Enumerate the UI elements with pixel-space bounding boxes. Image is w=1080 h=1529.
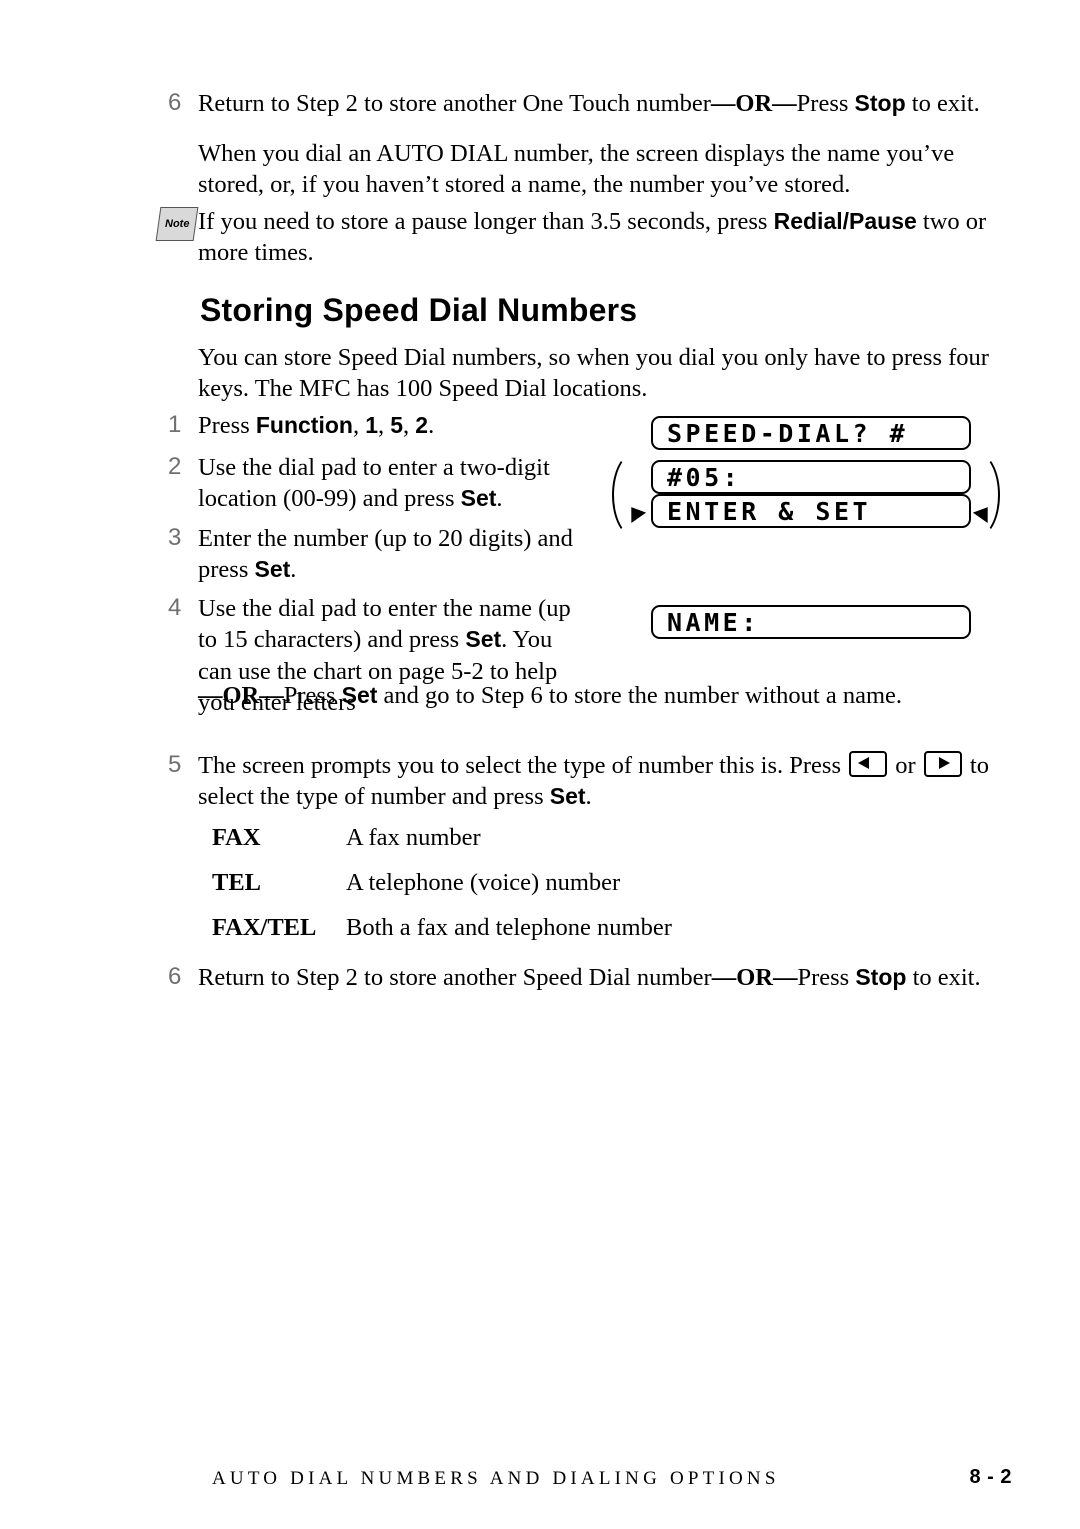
lcd-panel4-text: NAME: xyxy=(667,607,760,637)
intro-paragraph-text: You can store Speed Dial numbers, so whe… xyxy=(198,344,989,403)
press-label: Press xyxy=(796,90,855,117)
step-number: 1 xyxy=(168,411,182,438)
step-1: 1 Press Function, 1, 5, 2. xyxy=(168,410,598,441)
set-key-label: Set xyxy=(549,783,586,810)
type-key: FAX xyxy=(212,824,261,851)
or-label: OR xyxy=(222,682,260,709)
footer-page-number: 8 - 2 xyxy=(969,1466,1012,1488)
left-arrow-key-icon xyxy=(849,751,888,777)
auto-dial-paragraph-text: When you dial an AUTO DIAL number, the s… xyxy=(198,140,955,199)
step-2: 2 Use the dial pad to enter a two-digit … xyxy=(168,452,618,515)
em-dash: — xyxy=(198,682,223,709)
lcd-panel2-text: #05: xyxy=(667,462,742,492)
set-key-label: Set xyxy=(341,682,378,708)
stop-key-label: Stop xyxy=(855,964,907,990)
step-5: 5 The screen prompts you to select the t… xyxy=(168,750,1008,813)
lcd-location-number: #05: xyxy=(651,460,971,494)
lcd-panel3-text: ENTER & SET xyxy=(667,496,872,526)
press-label: Press xyxy=(797,964,856,991)
table-row: FAX A fax number xyxy=(212,824,672,852)
step-text: Press Function, 1, 5, 2. xyxy=(198,410,434,441)
function-key-label: Function xyxy=(255,412,353,438)
stop-key-label: Stop xyxy=(854,90,906,116)
table-row: FAX/TEL Both a fax and telephone number xyxy=(212,914,672,942)
note-text-a: If you need to store a pause longer than… xyxy=(198,208,774,235)
step-number: 6 xyxy=(168,89,182,116)
step-2-text-b: . xyxy=(496,485,503,513)
type-description: A fax number xyxy=(346,824,481,851)
separator: , xyxy=(378,412,391,439)
separator: , xyxy=(352,412,366,439)
table-row: TEL A telephone (voice) number xyxy=(212,869,672,897)
key-2-label: 2 xyxy=(415,412,429,438)
lcd-panel1-text: SPEED-DIAL? # xyxy=(667,418,909,448)
step-text: The screen prompts you to select the typ… xyxy=(198,750,1008,813)
step-6-top: 6 Return to Step 2 to store another One … xyxy=(168,88,1018,119)
press-label: Press xyxy=(283,682,342,709)
step-text: —OR—Press Set and go to Step 6 to store … xyxy=(198,680,902,711)
intro-paragraph: You can store Speed Dial numbers, so whe… xyxy=(198,342,1003,405)
page-title: Storing Speed Dial Numbers xyxy=(200,292,638,328)
key-5-label: 5 xyxy=(390,412,404,438)
footer-running-head: AUTO DIAL NUMBERS AND DIALING OPTIONS xyxy=(212,1468,780,1489)
right-arrow-key-icon xyxy=(923,751,962,777)
em-dash: — xyxy=(772,964,798,991)
type-key: TEL xyxy=(212,869,262,896)
step-5-text-c: . xyxy=(585,783,592,811)
lcd-name-prompt: NAME: xyxy=(651,605,971,639)
number-type-table: FAX A fax number TEL A telephone (voice)… xyxy=(212,824,672,959)
step-6-text-a: Return to Step 2 to store another Speed … xyxy=(198,964,712,991)
or-label: OR xyxy=(735,90,773,117)
em-dash: — xyxy=(259,682,284,709)
step-text: Return to Step 2 to store another One To… xyxy=(198,88,980,119)
press-label: Press xyxy=(198,412,256,439)
auto-dial-paragraph: When you dial an AUTO DIAL number, the s… xyxy=(198,138,998,201)
type-description: Both a fax and telephone number xyxy=(346,914,672,941)
set-key-label: Set xyxy=(254,556,291,583)
step-number: 4 xyxy=(168,594,182,621)
note-icon-label: Note xyxy=(164,218,190,230)
document-page: 6 Return to Step 2 to store another One … xyxy=(0,0,1080,1529)
lcd-speed-dial-prompt: SPEED-DIAL? # xyxy=(651,416,971,450)
set-key-label: Set xyxy=(460,485,497,512)
step-3: 3 Enter the number (up to 20 digits) and… xyxy=(168,523,618,586)
em-dash: — xyxy=(711,964,737,991)
step-number: 5 xyxy=(168,751,182,778)
em-dash: — xyxy=(710,90,736,117)
type-key: FAX/TEL xyxy=(212,914,317,941)
step-number: 3 xyxy=(168,524,182,551)
key-1-label: 1 xyxy=(365,412,378,438)
step-4-continued: —OR—Press Set and go to Step 6 to store … xyxy=(198,680,1008,711)
step-5-text-a: The screen prompts you to select the typ… xyxy=(198,752,848,779)
type-description: A telephone (voice) number xyxy=(346,869,621,896)
set-key-label: Set xyxy=(465,626,502,653)
step-6-text-b: to exit. xyxy=(906,964,981,991)
step-text: Use the dial pad to enter a two-digit lo… xyxy=(198,452,618,515)
separator: , xyxy=(403,412,416,439)
step-6-top-text-b: to exit. xyxy=(905,90,980,117)
step-6-top-text-a: Return to Step 2 to store another One To… xyxy=(198,90,711,117)
step-4-text-c: and go to Step 6 to store the number wit… xyxy=(377,682,903,709)
step-number: 2 xyxy=(168,453,182,480)
period: . xyxy=(428,412,435,439)
lcd-enter-and-set: ENTER & SET xyxy=(651,494,971,528)
note-text: If you need to store a pause longer than… xyxy=(198,206,998,269)
note-block: If you need to store a pause longer than… xyxy=(198,206,998,269)
step-text: Return to Step 2 to store another Speed … xyxy=(198,962,981,993)
step-number: 6 xyxy=(168,963,182,990)
em-dash: — xyxy=(772,90,797,117)
step-6-bottom: 6 Return to Step 2 to store another Spee… xyxy=(168,962,1018,993)
redial-pause-key-label: Redial/Pause xyxy=(773,208,917,234)
note-icon: Note xyxy=(155,207,199,241)
step-5-mid: or xyxy=(889,752,922,779)
step-3-text-b: . xyxy=(290,556,297,584)
or-label: OR xyxy=(736,964,773,991)
step-text: Enter the number (up to 20 digits) and p… xyxy=(198,523,618,586)
